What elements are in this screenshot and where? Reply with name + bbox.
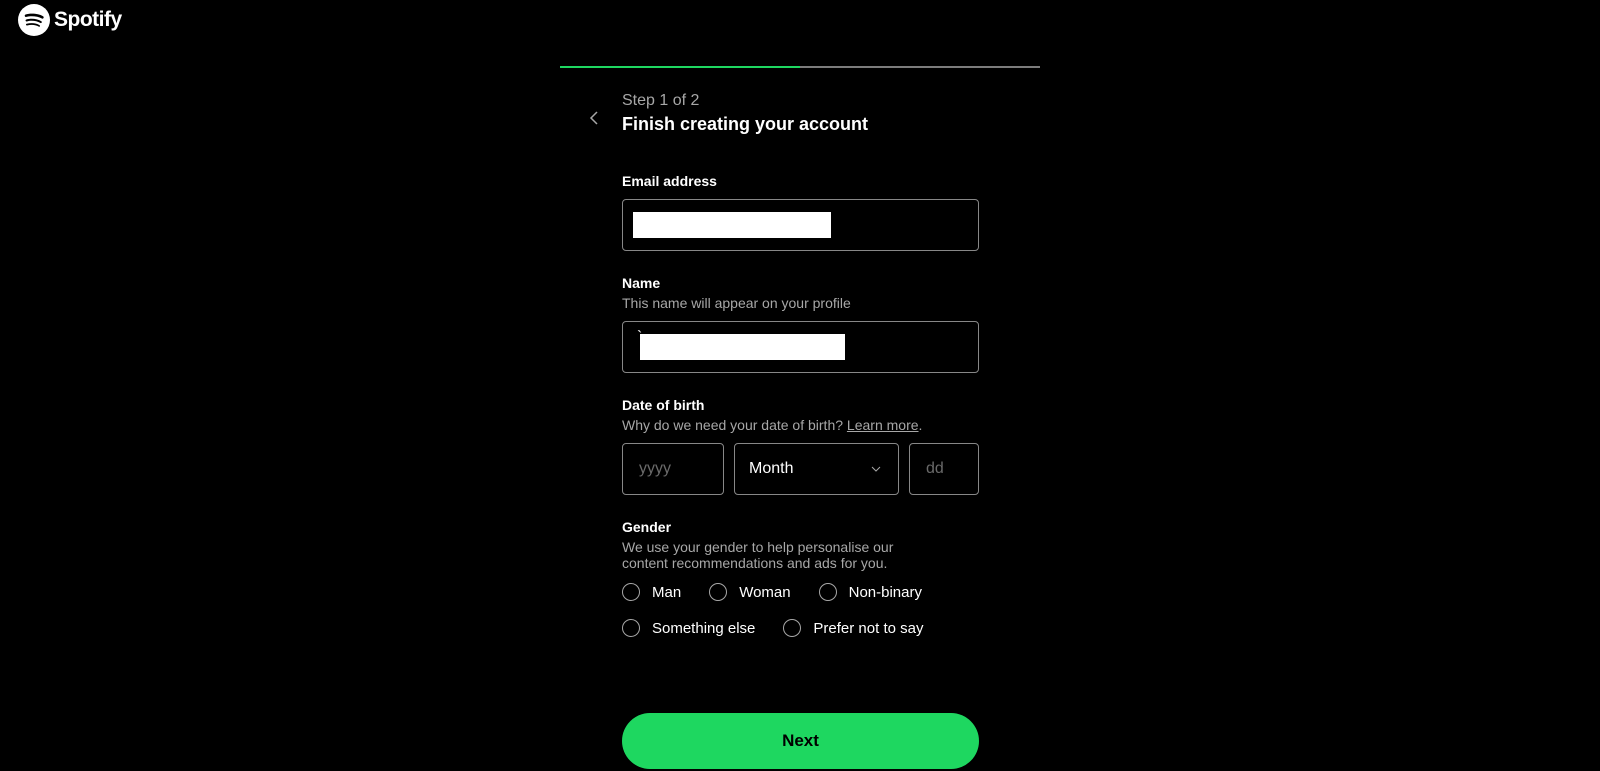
progress-bar (560, 66, 1040, 68)
dob-day-input[interactable] (909, 443, 979, 495)
gender-option-nonbinary[interactable]: Non-binary (819, 583, 922, 601)
gender-option-prefer-not[interactable]: Prefer not to say (783, 619, 923, 637)
chevron-down-icon (868, 461, 884, 477)
next-button[interactable]: Next (622, 713, 979, 769)
radio-icon (622, 619, 640, 637)
name-value-redacted (640, 334, 845, 360)
radio-icon (819, 583, 837, 601)
gender-label: Gender (622, 519, 979, 535)
dob-month-placeholder: Month (749, 460, 793, 478)
name-field[interactable]: ` (622, 321, 979, 373)
email-label: Email address (622, 173, 979, 189)
brand-name: Spotify (54, 8, 122, 32)
page-title: Finish creating your account (622, 114, 868, 135)
name-label: Name (622, 275, 979, 291)
gender-hint: We use your gender to help personalise o… (622, 539, 932, 571)
dob-year-input[interactable] (622, 443, 724, 495)
gender-option-woman[interactable]: Woman (709, 583, 790, 601)
email-value-redacted (633, 212, 831, 238)
radio-icon (709, 583, 727, 601)
radio-icon (783, 619, 801, 637)
dob-month-select[interactable]: Month (734, 443, 899, 495)
email-field[interactable] (622, 199, 979, 251)
radio-icon (622, 583, 640, 601)
progress-fill (560, 66, 800, 68)
name-hint: This name will appear on your profile (622, 295, 979, 311)
dob-label: Date of birth (622, 397, 979, 413)
dob-hint: Why do we need your date of birth? Learn… (622, 417, 979, 433)
dob-learn-more-link[interactable]: Learn more (847, 417, 919, 433)
spotify-icon (18, 4, 50, 36)
quote-char: ` (637, 329, 642, 347)
step-counter: Step 1 of 2 (622, 92, 868, 110)
back-chevron-icon[interactable] (582, 106, 606, 130)
gender-option-man[interactable]: Man (622, 583, 681, 601)
gender-option-something-else[interactable]: Something else (622, 619, 755, 637)
spotify-logo[interactable]: Spotify (18, 4, 122, 36)
